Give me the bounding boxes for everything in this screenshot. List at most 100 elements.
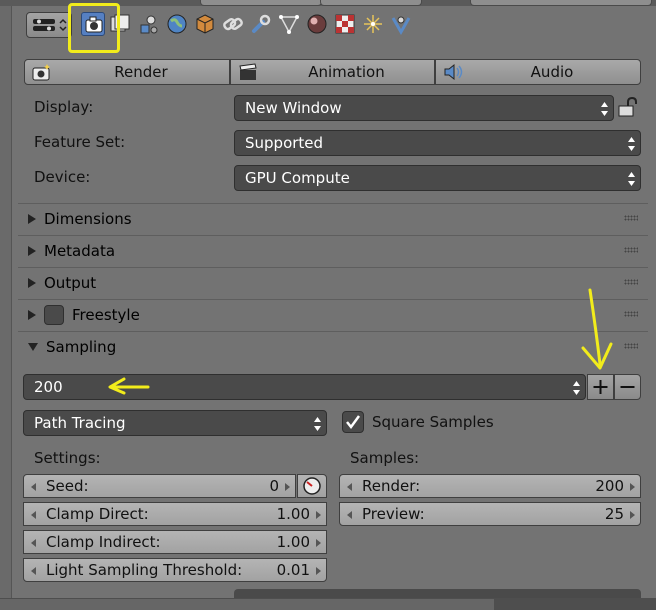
clamp-direct-label: Clamp Direct: bbox=[46, 505, 149, 523]
tab-texture[interactable] bbox=[333, 12, 357, 36]
panel-dimensions[interactable]: Dimensions bbox=[18, 203, 648, 233]
clamp-indirect-label: Clamp Indirect: bbox=[46, 533, 161, 551]
particles-icon bbox=[364, 15, 382, 33]
panel-title: Sampling bbox=[46, 337, 117, 356]
drag-grip-icon[interactable] bbox=[624, 311, 638, 317]
increment-arrow-icon[interactable] bbox=[630, 483, 635, 491]
left-editor-edge bbox=[0, 0, 12, 610]
feature-set-value: Supported bbox=[245, 134, 324, 152]
light-sampling-threshold-field[interactable]: Light Sampling Threshold: 0.01 bbox=[23, 558, 327, 582]
annotation-highlight-box bbox=[68, 3, 120, 53]
decrement-arrow-icon[interactable] bbox=[31, 567, 36, 575]
settings-heading: Settings: bbox=[34, 449, 101, 467]
cube-icon bbox=[196, 14, 214, 34]
display-value: New Window bbox=[245, 99, 342, 117]
light-threshold-label: Light Sampling Threshold: bbox=[46, 561, 243, 579]
render-button[interactable]: Render bbox=[24, 59, 230, 85]
increment-arrow-icon[interactable] bbox=[285, 483, 290, 491]
increment-arrow-icon[interactable] bbox=[316, 511, 321, 519]
increment-arrow-icon[interactable] bbox=[630, 511, 635, 519]
increment-arrow-icon[interactable] bbox=[316, 567, 321, 575]
animated-seed-toggle[interactable] bbox=[297, 474, 327, 498]
padlock-icon bbox=[618, 96, 637, 117]
select-arrows-icon bbox=[628, 137, 635, 151]
freestyle-checkbox[interactable] bbox=[44, 304, 64, 325]
display-select[interactable]: New Window bbox=[234, 95, 614, 121]
select-arrows-icon bbox=[573, 381, 580, 395]
editor-type-menu[interactable] bbox=[26, 12, 72, 38]
panel-output[interactable]: Output bbox=[18, 267, 648, 297]
tab-constraints[interactable] bbox=[221, 12, 245, 36]
scene-icon bbox=[140, 15, 158, 34]
render-button-label: Render bbox=[114, 63, 168, 81]
sampling-preset-select[interactable]: 200 bbox=[23, 374, 586, 400]
increment-arrow-icon[interactable] bbox=[316, 539, 321, 547]
clamp-direct-field[interactable]: Clamp Direct: 1.00 bbox=[23, 502, 327, 526]
add-preset-button[interactable] bbox=[587, 374, 614, 400]
drag-grip-icon[interactable] bbox=[624, 343, 638, 349]
expand-triangle-icon bbox=[28, 277, 36, 288]
integrator-select[interactable]: Path Tracing bbox=[23, 410, 327, 436]
device-value: GPU Compute bbox=[245, 169, 350, 187]
lock-interface-toggle[interactable] bbox=[616, 95, 640, 119]
tab-scene[interactable] bbox=[137, 12, 161, 36]
seed-field[interactable]: Seed: 0 bbox=[23, 474, 296, 498]
render-samples-field[interactable]: Render: 200 bbox=[339, 474, 641, 498]
square-samples-checkbox[interactable] bbox=[342, 411, 364, 433]
device-label: Device: bbox=[34, 168, 91, 186]
square-samples-label: Square Samples bbox=[372, 413, 494, 431]
remove-preset-button[interactable] bbox=[614, 374, 641, 400]
decrement-arrow-icon[interactable] bbox=[347, 511, 352, 519]
select-arrows-icon bbox=[601, 102, 608, 116]
decrement-arrow-icon[interactable] bbox=[347, 483, 352, 491]
tab-physics[interactable] bbox=[389, 12, 413, 36]
render-samples-label: Render: bbox=[362, 477, 421, 495]
tab-data[interactable] bbox=[277, 12, 301, 36]
display-label: Display: bbox=[34, 98, 94, 116]
tab-object[interactable] bbox=[193, 12, 217, 36]
plus-icon bbox=[593, 380, 608, 394]
tab-material[interactable] bbox=[305, 12, 329, 36]
tab-particles[interactable] bbox=[361, 12, 385, 36]
panel-metadata[interactable]: Metadata bbox=[18, 235, 648, 265]
bottom-header-segment bbox=[494, 598, 656, 610]
animation-button-label: Animation bbox=[308, 63, 385, 81]
panel-title: Dimensions bbox=[44, 209, 132, 228]
speaker-icon bbox=[444, 63, 463, 81]
sampling-preset-value: 200 bbox=[34, 378, 63, 396]
panel-title: Freestyle bbox=[72, 305, 140, 324]
device-select[interactable]: GPU Compute bbox=[234, 165, 641, 191]
preview-samples-value: 25 bbox=[604, 505, 624, 523]
expand-triangle-icon bbox=[28, 213, 36, 224]
chain-link-icon bbox=[223, 17, 243, 31]
decrement-arrow-icon[interactable] bbox=[31, 483, 36, 491]
mesh-data-icon bbox=[279, 15, 299, 34]
drag-grip-icon[interactable] bbox=[624, 215, 638, 221]
panel-freestyle[interactable]: Freestyle bbox=[18, 299, 648, 329]
properties-editor-icon bbox=[33, 18, 67, 32]
clamp-direct-value: 1.00 bbox=[276, 505, 310, 523]
feature-set-select[interactable]: Supported bbox=[234, 130, 641, 156]
minus-icon bbox=[620, 386, 635, 388]
tab-world[interactable] bbox=[165, 12, 189, 36]
clamp-indirect-field[interactable]: Clamp Indirect: 1.00 bbox=[23, 530, 327, 554]
select-arrows-icon bbox=[314, 417, 321, 431]
decrement-arrow-icon[interactable] bbox=[31, 539, 36, 547]
audio-button-label: Audio bbox=[530, 63, 574, 81]
animation-button[interactable]: Animation bbox=[230, 59, 435, 85]
preview-samples-field[interactable]: Preview: 25 bbox=[339, 502, 641, 526]
tab-modifiers[interactable] bbox=[249, 12, 273, 36]
checker-texture-icon bbox=[335, 14, 355, 34]
clock-icon bbox=[303, 477, 321, 495]
seed-label: Seed: bbox=[46, 477, 89, 495]
panel-title: Metadata bbox=[44, 241, 116, 260]
seed-value: 0 bbox=[269, 477, 279, 495]
drag-grip-icon[interactable] bbox=[624, 247, 638, 253]
decrement-arrow-icon[interactable] bbox=[31, 511, 36, 519]
light-threshold-value: 0.01 bbox=[276, 561, 310, 579]
panel-sampling[interactable]: Sampling bbox=[18, 331, 648, 361]
collapse-triangle-icon bbox=[28, 342, 38, 351]
audio-button[interactable]: Audio bbox=[435, 59, 641, 85]
drag-grip-icon[interactable] bbox=[624, 279, 638, 285]
expand-triangle-icon bbox=[28, 309, 36, 320]
